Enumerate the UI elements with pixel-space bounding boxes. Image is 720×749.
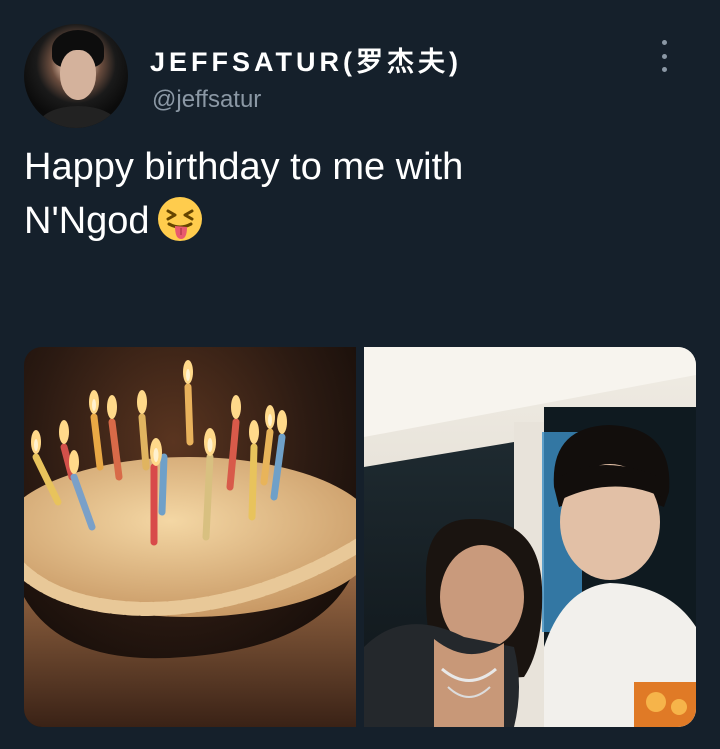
tweet-text-line-1: Happy birthday to me with bbox=[24, 146, 464, 188]
selfie-image bbox=[364, 347, 696, 727]
squinting-face-with-tongue-icon bbox=[157, 196, 202, 241]
photo-birthday-cake[interactable] bbox=[24, 347, 356, 727]
cake-image bbox=[24, 347, 356, 727]
tweet-media bbox=[24, 347, 696, 727]
tweet-text: Happy birthday to me with N'Ngod bbox=[24, 140, 664, 248]
avatar[interactable] bbox=[24, 24, 128, 128]
tweet-text-line-2: N'Ngod bbox=[24, 194, 664, 248]
tweet-text-mention: N'Ngod bbox=[24, 200, 150, 242]
display-name[interactable]: JEFFSATUR(罗杰夫) bbox=[150, 40, 462, 79]
more-options-icon[interactable] bbox=[650, 40, 678, 72]
avatar-shoulders bbox=[38, 106, 118, 128]
tweet[interactable]: JEFFSATUR(罗杰夫) @jeffsatur Happy birthday… bbox=[0, 0, 720, 749]
user-handle[interactable]: @jeffsatur bbox=[152, 86, 261, 114]
avatar-face bbox=[60, 50, 96, 100]
photo-selfie[interactable] bbox=[364, 347, 696, 727]
